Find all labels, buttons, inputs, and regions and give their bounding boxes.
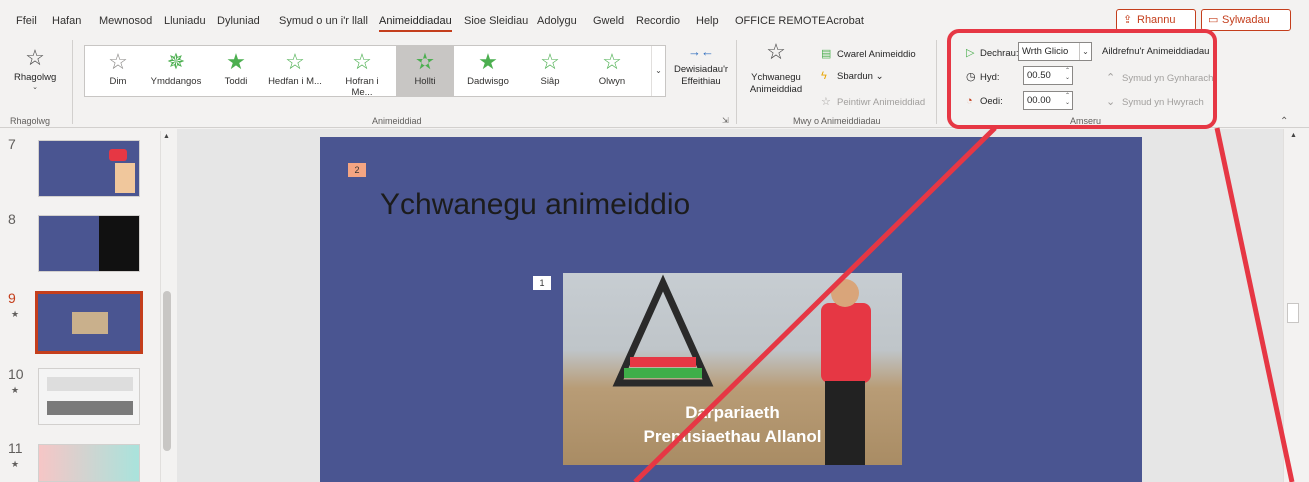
annotation-lines — [633, 126, 1295, 482]
annotation-line-right — [1214, 127, 1295, 482]
annotation-line-left — [633, 126, 997, 482]
